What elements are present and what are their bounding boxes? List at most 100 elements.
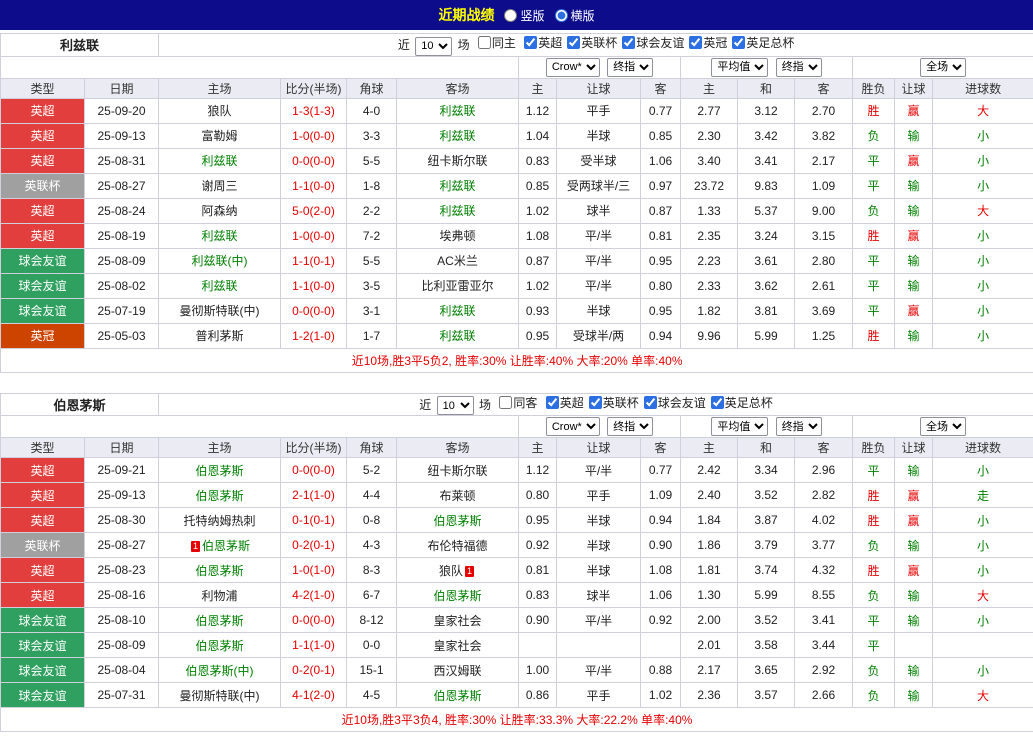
team-label: 伯恩茅斯 — [434, 689, 482, 703]
euro-period-select[interactable]: 终指 — [776, 417, 822, 436]
match-result: 胜 — [853, 98, 895, 123]
goals-result: 小 — [933, 223, 1033, 248]
home-team: 阿森纳 — [159, 198, 281, 223]
euro-period-select[interactable]: 终指 — [776, 58, 822, 77]
league-filter-checkbox[interactable] — [524, 36, 537, 49]
team-label: 利兹联 — [440, 304, 476, 318]
league-filter-label: 英足总杯 — [746, 34, 794, 51]
match-type-badge: 英超 — [1, 98, 85, 123]
league-filter-checkbox[interactable] — [546, 396, 559, 409]
match-result: 负 — [853, 583, 895, 608]
match-row: 球会友谊25-07-31曼彻斯特联(中)4-1(2-0)4-5伯恩茅斯0.86平… — [1, 683, 1033, 708]
match-row: 英超25-09-20狼队1-3(1-3)4-0利兹联1.12平手0.772.77… — [1, 98, 1033, 123]
odds-controls-row: Crow* 终指 平均值 终指 全场 — [1, 56, 1033, 78]
asia-home-odds: 1.00 — [519, 658, 557, 683]
euro-away-odds: 3.77 — [795, 533, 853, 558]
layout-radio-horizontal[interactable] — [555, 9, 568, 22]
asia-handicap: 平/半 — [557, 273, 641, 298]
match-result: 负 — [853, 533, 895, 558]
match-type-badge: 英超 — [1, 558, 85, 583]
league-filter-checkbox[interactable] — [567, 36, 580, 49]
euro-home-odds: 2.00 — [681, 608, 738, 633]
col-header-score: 比分(半场) — [281, 438, 347, 458]
match-score: 0-0(0-0) — [281, 458, 347, 483]
match-date: 25-08-04 — [85, 658, 159, 683]
euro-draw-odds: 3.61 — [738, 248, 795, 273]
match-score: 1-2(1-0) — [281, 323, 347, 348]
league-filter: 英足总杯 — [732, 34, 794, 51]
league-filter-checkbox[interactable] — [732, 36, 745, 49]
goals-result — [933, 633, 1033, 658]
match-score: 1-0(1-0) — [281, 558, 347, 583]
euro-away-odds: 4.02 — [795, 508, 853, 533]
match-score: 1-0(0-0) — [281, 123, 347, 148]
same-venue-checkbox[interactable] — [499, 396, 512, 409]
corner-score: 8-12 — [347, 608, 397, 633]
team-label: 曼彻斯特联(中) — [180, 304, 260, 318]
asia-handicap: 平手 — [557, 483, 641, 508]
league-filter-label: 英超 — [538, 34, 562, 51]
home-team: 伯恩茅斯 — [159, 633, 281, 658]
away-team: 狼队1 — [397, 558, 519, 583]
euro-odds-select[interactable]: 平均值 — [711, 417, 768, 436]
euro-home-odds: 2.42 — [681, 458, 738, 483]
match-count-select[interactable]: 10 — [437, 396, 474, 415]
home-team: 普利茅斯 — [159, 323, 281, 348]
scope-select[interactable]: 全场 — [920, 417, 966, 436]
goals-result: 小 — [933, 248, 1033, 273]
asia-handicap — [557, 633, 641, 658]
bookmaker-select[interactable]: Crow* — [546, 417, 600, 436]
match-row: 英联杯25-08-271伯恩茅斯0-2(0-1)4-3布伦特福德0.92半球0.… — [1, 533, 1033, 558]
asia-home-odds: 1.02 — [519, 273, 557, 298]
bookmaker-period-select[interactable]: 终指 — [607, 58, 653, 77]
scope-controls: 全场 — [853, 56, 1033, 78]
team-label: 比利亚雷亚尔 — [422, 279, 494, 293]
home-team: 利物浦 — [159, 583, 281, 608]
home-team: 伯恩茅斯 — [159, 483, 281, 508]
match-date: 25-09-13 — [85, 123, 159, 148]
euro-odds-select[interactable]: 平均值 — [711, 58, 768, 77]
league-filter-checkbox[interactable] — [589, 396, 602, 409]
layout-radio-vertical[interactable] — [504, 9, 517, 22]
league-filter-checkbox[interactable] — [644, 396, 657, 409]
away-team: 布莱顿 — [397, 483, 519, 508]
team-results-section: 利兹联 近 10 场 同主 英超英联杯球会友谊英冠英足总杯 — [0, 33, 1033, 373]
home-team: 狼队 — [159, 98, 281, 123]
euro-draw-odds: 3.52 — [738, 608, 795, 633]
league-filter-checkbox[interactable] — [689, 36, 702, 49]
column-header-row: 类型 日期 主场 比分(半场) 角球 客场 主 让球 客 主 和 客 胜负 让球… — [1, 438, 1033, 458]
euro-away-odds: 1.25 — [795, 323, 853, 348]
match-type-badge: 球会友谊 — [1, 658, 85, 683]
match-type-badge: 英超 — [1, 458, 85, 483]
league-filter: 英联杯 — [567, 34, 617, 51]
handicap-result: 输 — [895, 323, 933, 348]
scope-select[interactable]: 全场 — [920, 58, 966, 77]
asia-handicap: 平手 — [557, 683, 641, 708]
euro-away-odds: 2.82 — [795, 483, 853, 508]
asia-home-odds: 0.87 — [519, 248, 557, 273]
asia-home-odds: 1.02 — [519, 198, 557, 223]
bookmaker-period-select[interactable]: 终指 — [607, 417, 653, 436]
team-label: 利兹联 — [440, 329, 476, 343]
bookmaker-select[interactable]: Crow* — [546, 58, 600, 77]
asia-away-odds: 0.92 — [641, 608, 681, 633]
asia-handicap: 平/半 — [557, 658, 641, 683]
same-venue-filter: 同主 — [478, 34, 516, 51]
team-name: 伯恩茅斯 — [54, 398, 106, 413]
team-label: 埃弗顿 — [440, 229, 476, 243]
topbar: 近期战绩 竖版 横版 — [0, 0, 1033, 30]
col-header-euro-away: 客 — [795, 438, 853, 458]
goals-result: 大 — [933, 198, 1033, 223]
corner-score: 5-5 — [347, 148, 397, 173]
match-count-select[interactable]: 10 — [415, 37, 452, 56]
league-filter-label: 英超 — [560, 394, 584, 411]
team-label: 曼彻斯特联(中) — [180, 689, 260, 703]
same-venue-checkbox[interactable] — [478, 36, 491, 49]
col-header-euro-home: 主 — [681, 438, 738, 458]
team-label: 利兹联(中) — [192, 254, 248, 268]
league-filter-label: 球会友谊 — [658, 394, 706, 411]
league-filter-checkbox[interactable] — [711, 396, 724, 409]
league-filter-checkbox[interactable] — [622, 36, 635, 49]
match-date: 25-05-03 — [85, 323, 159, 348]
asia-handicap: 半球 — [557, 298, 641, 323]
